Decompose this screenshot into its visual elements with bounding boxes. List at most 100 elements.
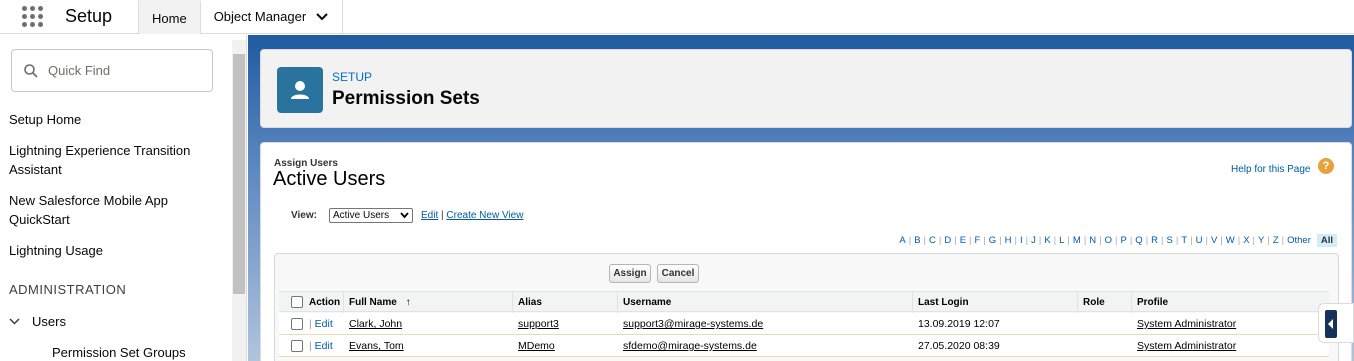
column-alias[interactable]: Alias <box>518 297 542 308</box>
view-select-value: Active Users <box>333 210 390 221</box>
page-title: Permission Sets <box>332 88 480 109</box>
column-full-name[interactable]: Full Name ↑ <box>349 297 411 308</box>
profile-link[interactable]: System Administrator <box>1137 318 1236 330</box>
alphabet-letter-q[interactable]: Q <box>1132 235 1145 246</box>
full-name-link[interactable]: Clark, John <box>349 318 402 330</box>
column-action: Action <box>309 297 341 308</box>
row-edit-link[interactable]: Edit <box>315 340 333 352</box>
alphabet-letter-t[interactable]: T <box>1178 235 1190 246</box>
sidebar-item-lightning-usage[interactable]: Lightning Usage <box>9 241 224 260</box>
username-link[interactable]: sfdemo@mirage-systems.de <box>623 340 757 352</box>
view-links: Edit | Create New View <box>421 210 524 221</box>
table-header: Action Full Name ↑ Alias Username Last L… <box>279 291 1329 313</box>
main-content: SETUP Permission Sets Assign Users Activ… <box>248 35 1354 361</box>
row-checkbox[interactable] <box>291 340 303 352</box>
help-icon[interactable]: ? <box>1318 158 1334 174</box>
alphabet-letter-c[interactable]: C <box>926 235 939 246</box>
caret-left-icon <box>1328 319 1333 329</box>
alphabet-letter-d[interactable]: D <box>941 235 954 246</box>
alphabet-letter-other[interactable]: Other <box>1284 235 1314 246</box>
section-title: Active Users <box>273 168 386 190</box>
chevron-down-icon[interactable] <box>316 12 328 21</box>
utility-panel-toggle <box>1318 303 1354 343</box>
last-login: 13.09.2019 12:07 <box>918 318 1000 330</box>
alphabet-filter: A | B | C | D | E | F | G | H | I | J | K | L | M | N | O | P | Q | R | S | T |… <box>896 234 1337 247</box>
profile-link[interactable]: System Administrator <box>1137 340 1236 352</box>
alias-link[interactable]: support3 <box>518 318 559 330</box>
sidebar-section-administration: ADMINISTRATION <box>9 282 127 297</box>
row-edit-link[interactable]: Edit <box>315 318 333 330</box>
users-table: Assign Cancel Action Full Name ↑ Alias U… <box>274 253 1339 361</box>
create-new-view-link[interactable]: Create New View <box>446 210 523 221</box>
column-username[interactable]: Username <box>623 297 671 308</box>
alphabet-letter-z[interactable]: Z <box>1270 235 1282 246</box>
alphabet-letter-b[interactable]: B <box>911 235 923 246</box>
alphabet-letter-x[interactable]: X <box>1240 235 1252 246</box>
alphabet-letter-i[interactable]: I <box>1017 235 1026 246</box>
row-checkbox[interactable] <box>291 318 303 330</box>
sidebar-item-users-label: Users <box>32 314 66 329</box>
table-row: | Edit Evans, Tom MDemo sfdemo@mirage-sy… <box>279 335 1329 357</box>
full-name-link[interactable]: Evans, Tom <box>349 340 404 352</box>
chevron-down-icon <box>400 212 409 219</box>
alphabet-all[interactable]: All <box>1316 234 1337 247</box>
alphabet-letter-s[interactable]: S <box>1164 235 1176 246</box>
quick-find-box[interactable] <box>11 49 213 92</box>
search-icon <box>24 63 38 78</box>
alphabet-letter-m[interactable]: M <box>1070 235 1084 246</box>
alphabet-letter-p[interactable]: P <box>1117 235 1129 246</box>
sidebar-item-mobile-quickstart[interactable]: New Salesforce Mobile App QuickStart <box>9 191 224 229</box>
view-label: View: <box>291 210 317 221</box>
setup-sidebar: Setup Home Lightning Experience Transiti… <box>0 35 247 361</box>
alphabet-letter-f[interactable]: F <box>972 235 984 246</box>
alphabet-letter-o[interactable]: O <box>1102 235 1115 246</box>
column-role[interactable]: Role <box>1083 297 1105 308</box>
last-login: 27.05.2020 08:39 <box>918 340 1000 352</box>
tab-home[interactable]: Home <box>138 0 201 34</box>
assign-button[interactable]: Assign <box>609 264 651 283</box>
chevron-down-icon <box>9 318 20 325</box>
alphabet-letter-e[interactable]: E <box>957 235 969 246</box>
alphabet-letter-k[interactable]: K <box>1041 235 1053 246</box>
app-name: Setup <box>65 6 113 26</box>
cancel-button[interactable]: Cancel <box>657 264 699 283</box>
user-icon <box>277 67 323 113</box>
assign-users-panel: Assign Users Active Users Help for this … <box>260 142 1352 361</box>
scrollbar-thumb[interactable] <box>233 54 245 294</box>
tab-object-manager[interactable]: Object Manager <box>201 0 344 34</box>
table-row: | Edit Clark, John support3 support3@mir… <box>279 313 1329 335</box>
alphabet-letter-v[interactable]: V <box>1208 235 1220 246</box>
sidebar-item-setup-home[interactable]: Setup Home <box>9 110 224 129</box>
column-last-login[interactable]: Last Login <box>918 297 969 308</box>
sidebar-item-lightning-transition[interactable]: Lightning Experience Transition Assistan… <box>9 141 224 179</box>
alphabet-letter-r[interactable]: R <box>1148 235 1161 246</box>
edit-view-link[interactable]: Edit <box>421 210 438 221</box>
alphabet-letter-w[interactable]: W <box>1223 235 1238 246</box>
column-full-name-label: Full Name <box>349 297 397 308</box>
alphabet-letter-n[interactable]: N <box>1086 235 1099 246</box>
sidebar-scrollbar[interactable] <box>232 40 246 361</box>
view-select[interactable]: Active Users <box>329 208 413 223</box>
alias-link[interactable]: MDemo <box>518 340 555 352</box>
alphabet-letter-j[interactable]: J <box>1028 235 1039 246</box>
quick-find-input[interactable] <box>48 63 198 78</box>
alphabet-letter-a[interactable]: A <box>896 235 908 246</box>
alphabet-letter-u[interactable]: U <box>1193 235 1206 246</box>
username-link[interactable]: support3@mirage-systems.de <box>623 318 763 330</box>
tab-object-manager-label: Object Manager <box>213 9 307 24</box>
alphabet-letter-g[interactable]: G <box>986 235 999 246</box>
global-header: Setup Home Object Manager <box>0 0 1354 34</box>
app-launcher-icon[interactable] <box>22 5 44 28</box>
sort-ascending-icon: ↑ <box>405 297 411 308</box>
expand-panel-button[interactable] <box>1325 310 1337 338</box>
help-link[interactable]: Help for this Page <box>1231 164 1311 175</box>
alphabet-letter-y[interactable]: Y <box>1255 235 1267 246</box>
select-all-checkbox[interactable] <box>291 296 303 308</box>
page-header: SETUP Permission Sets <box>260 49 1352 128</box>
alphabet-letter-h[interactable]: H <box>1002 235 1015 246</box>
sidebar-item-permission-set-groups[interactable]: Permission Set Groups <box>52 345 186 360</box>
alphabet-letter-l[interactable]: L <box>1056 235 1067 246</box>
sidebar-item-users[interactable]: Users <box>9 314 66 329</box>
column-profile[interactable]: Profile <box>1137 297 1168 308</box>
breadcrumb[interactable]: SETUP <box>332 70 372 84</box>
